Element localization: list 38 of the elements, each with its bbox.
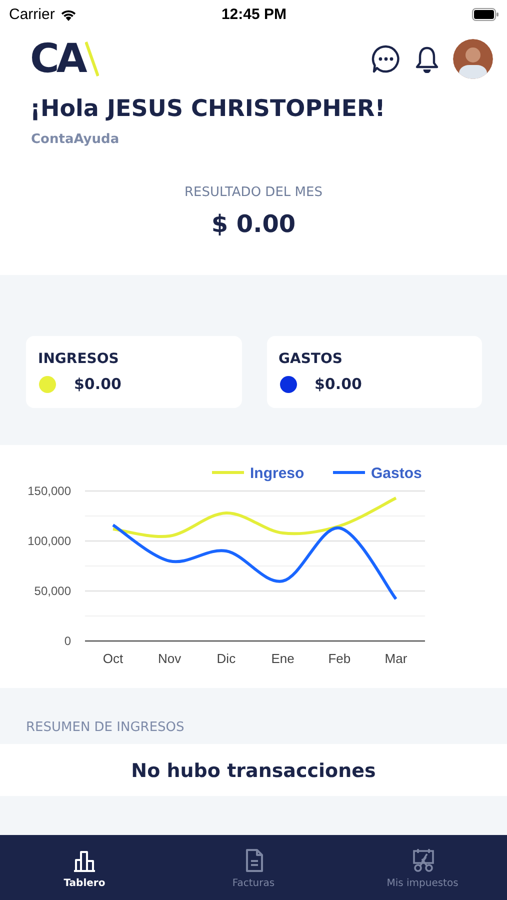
bell-icon[interactable]	[415, 45, 439, 73]
y-tick-label: 50,000	[34, 584, 71, 598]
empty-message: No hubo transacciones	[131, 760, 376, 782]
y-tick-label: 0	[64, 634, 71, 648]
carrier-label: Carrier	[9, 6, 55, 22]
y-tick-label: 100,000	[28, 534, 71, 548]
greeting-title: ¡Hola JESUS CHRISTOPHER!	[30, 95, 386, 124]
x-tick-label: Oct	[102, 651, 124, 666]
legend-swatch	[212, 471, 244, 474]
legend-label: Gastos	[371, 465, 422, 482]
y-tick-label: 150,000	[28, 484, 71, 498]
clock-time: 12:45 PM	[221, 6, 287, 22]
company-name: ContaAyuda	[31, 132, 120, 147]
bar-chart-icon	[72, 848, 96, 873]
card-title: GASTOS	[278, 351, 342, 367]
tab-button[interactable]: Facturas	[169, 835, 338, 900]
battery-icon	[472, 8, 499, 20]
tab-button[interactable]: Mis impuestos	[338, 835, 507, 900]
logo-text: CA	[30, 39, 84, 79]
slash-icon	[85, 41, 100, 77]
tab-button[interactable]: Tablero	[0, 835, 169, 900]
card-title: INGRESOS	[38, 351, 119, 367]
x-tick-label: Feb	[328, 651, 351, 666]
avatar[interactable]	[453, 39, 493, 79]
result-amount: $ 0.00	[211, 210, 296, 238]
section-title: RESUMEN DE INGRESOS	[26, 720, 184, 735]
x-tick-label: Ene	[271, 651, 294, 666]
card-amount: $0.00	[314, 375, 362, 393]
legend-label: Ingreso	[250, 465, 304, 482]
x-tick-label: Dic	[216, 651, 236, 666]
chat-icon[interactable]	[371, 44, 401, 74]
legend-swatch	[333, 471, 365, 474]
x-tick-label: Nov	[158, 651, 182, 666]
result-label: RESULTADO DEL MES	[184, 185, 324, 200]
card-amount: $0.00	[74, 375, 122, 393]
wifi-icon	[60, 8, 77, 20]
x-tick-label: Mar	[384, 651, 408, 666]
calendar-dollar-icon	[410, 848, 434, 873]
